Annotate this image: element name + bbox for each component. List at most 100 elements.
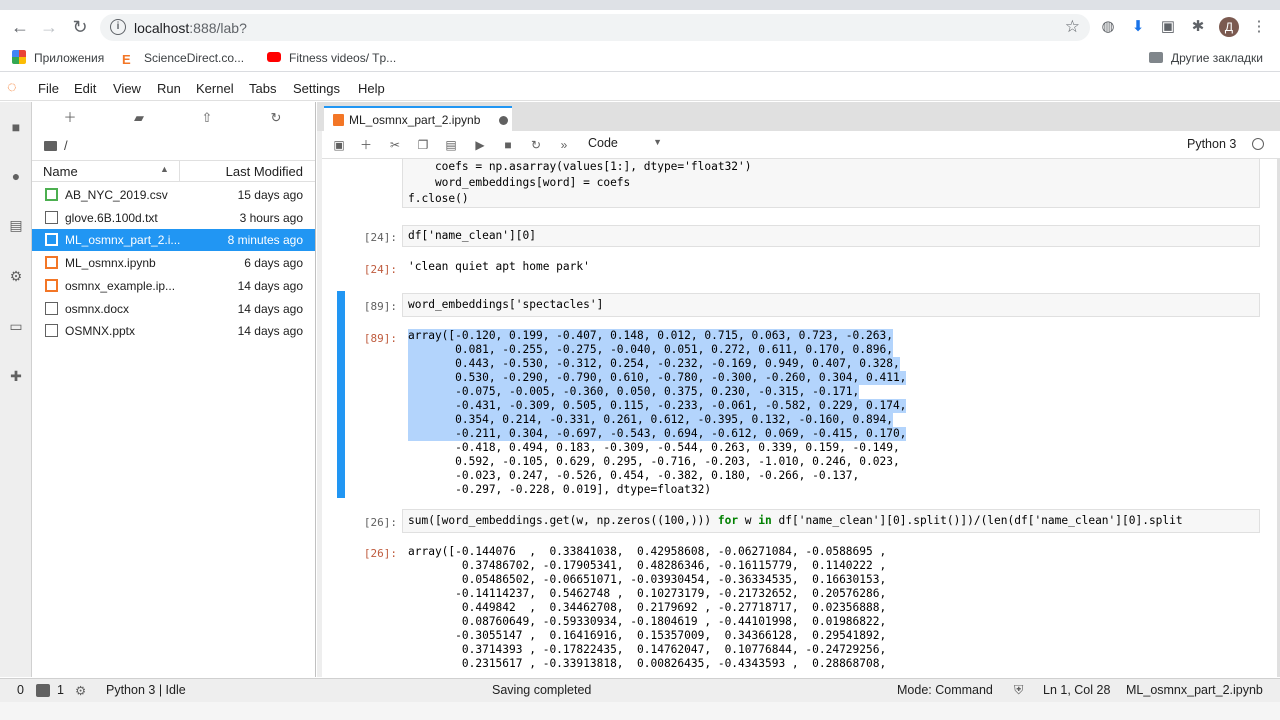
extension-manager-icon[interactable]: ✚ — [7, 367, 25, 385]
menu-tabs[interactable]: Tabs — [249, 81, 276, 96]
bookmarks-bar: Приложения E ScienceDirect.co... Fitness … — [0, 44, 1280, 72]
browser-menu-icon[interactable]: ⋮ — [1250, 18, 1268, 36]
url-path: :888/lab? — [189, 20, 247, 36]
active-cell-indicator — [337, 291, 345, 498]
insert-cell-plus-icon[interactable]: ＋ — [358, 137, 374, 153]
status-bar: 0 1 ⚙ Python 3 | Idle Saving completed M… — [0, 678, 1280, 702]
kernel-gear-icon[interactable]: ⚙ — [75, 683, 86, 698]
tab-notebook[interactable]: ML_osmnx_part_2.ipynb — [324, 106, 512, 131]
other-bookmarks[interactable]: Другие закладки — [1149, 50, 1263, 66]
code-cell-input[interactable]: df['name_clean'][0] — [402, 225, 1260, 247]
copy-icon[interactable]: ❐ — [415, 137, 431, 153]
download-extension-icon[interactable]: ⬇ — [1129, 18, 1147, 36]
cell-type-select[interactable]: Code ▼ — [588, 136, 662, 154]
file-row[interactable]: osmnx.docx 14 days ago — [32, 298, 315, 320]
output-line: 0.05486502, -0.06651071, -0.03930454, -0… — [408, 573, 887, 586]
code-cell-input[interactable]: coefs = np.asarray(values[1:], dtype='fl… — [402, 159, 1260, 208]
restart-icon[interactable]: ↻ — [528, 137, 544, 153]
sort-ascending-icon[interactable]: ▲ — [160, 164, 169, 174]
output-line: array([-0.144076 , 0.33841038, 0.4295860… — [408, 545, 887, 558]
refresh-icon[interactable]: ↻ — [268, 110, 284, 126]
keyword-for: for — [717, 514, 739, 527]
code-line: word_embeddings[word] = coefs — [408, 176, 631, 189]
menu-settings[interactable]: Settings — [293, 81, 340, 96]
kernels-count[interactable]: 1 — [57, 683, 64, 697]
property-inspector-gear-icon[interactable]: ⚙ — [7, 267, 25, 285]
kernel-status[interactable]: Python 3 | Idle — [106, 683, 186, 697]
file-row[interactable]: glove.6B.100d.txt 3 hours ago — [32, 207, 315, 229]
fast-forward-icon[interactable]: » — [556, 137, 572, 153]
folder-icon — [44, 141, 57, 151]
cursor-position[interactable]: Ln 1, Col 28 — [1043, 683, 1110, 697]
paste-icon[interactable]: ▤ — [443, 137, 459, 153]
file-browser-folder-icon[interactable]: ■ — [7, 118, 25, 136]
new-folder-icon[interactable]: ▰ — [131, 110, 147, 126]
bookmark-fitness[interactable]: Fitness videos/ Tp... — [267, 50, 396, 66]
menu-view[interactable]: View — [113, 81, 141, 96]
new-launcher-plus-icon[interactable]: ＋ — [62, 110, 78, 126]
menu-file[interactable]: File — [38, 81, 59, 96]
menu-edit[interactable]: Edit — [74, 81, 96, 96]
file-name: ML_osmnx.ipynb — [65, 256, 156, 271]
address-bar[interactable]: i localhost:888/lab? ☆ — [100, 14, 1090, 41]
output-line: 0.449842 , 0.34462708, 0.2179692 , -0.27… — [408, 601, 887, 614]
site-info-icon[interactable]: i — [110, 19, 126, 35]
menu-help[interactable]: Help — [358, 81, 385, 96]
image-extension-icon[interactable]: ▣ — [1159, 18, 1177, 36]
notebook-icon — [45, 233, 58, 247]
bookmark-star-icon[interactable]: ☆ — [1065, 17, 1080, 37]
bookmark-apps-label: Приложения — [34, 51, 105, 65]
unsaved-dot-icon[interactable] — [499, 116, 508, 125]
jupyter-logo-icon: ◌ — [7, 79, 17, 96]
output-line: 0.37486702, -0.17905341, 0.48286346, -0.… — [408, 559, 887, 572]
run-icon[interactable]: ▶ — [472, 137, 488, 153]
command-palette-icon[interactable]: ▤ — [7, 216, 25, 234]
code-cell-input[interactable]: word_embeddings['spectacles'] — [402, 293, 1260, 317]
forward-icon[interactable]: → — [38, 16, 60, 38]
output-line: 0.08760649, -0.59330934, -0.1804619 , -0… — [408, 615, 887, 628]
upload-icon[interactable]: ⇧ — [199, 110, 215, 126]
text-file-icon — [45, 210, 58, 224]
back-icon[interactable]: ← — [9, 16, 31, 38]
profile-avatar[interactable]: Д — [1219, 17, 1239, 37]
kernel-name[interactable]: Python 3 — [1187, 137, 1236, 151]
code-cell-input[interactable]: sum([word_embeddings.get(w, np.zeros((10… — [402, 509, 1260, 533]
save-icon[interactable]: ▣ — [331, 137, 347, 153]
running-sessions-icon[interactable]: ● — [7, 167, 25, 185]
column-modified-header[interactable]: Last Modified — [226, 164, 303, 179]
browser-tab-strip — [0, 0, 1280, 10]
open-tabs-icon[interactable]: ▭ — [7, 317, 25, 335]
status-filename: ML_osmnx_part_2.ipynb — [1126, 683, 1263, 697]
notebook-mode[interactable]: Mode: Command — [897, 683, 993, 697]
output-line: -0.3055147 , 0.16416916, 0.15357009, 0.3… — [408, 629, 887, 642]
file-row[interactable]: OSMNX.pptx 14 days ago — [32, 320, 315, 342]
bookmark-sciencedirect-label: ScienceDirect.co... — [144, 51, 245, 65]
notebook-panel[interactable]: coefs = np.asarray(values[1:], dtype='fl… — [322, 159, 1277, 677]
stop-icon[interactable]: ■ — [500, 137, 516, 153]
menu-run[interactable]: Run — [157, 81, 181, 96]
file-row[interactable]: AB_NYC_2019.csv 15 days ago — [32, 184, 315, 206]
cut-icon[interactable]: ✂ — [387, 137, 403, 153]
output-line: -0.418, 0.494, 0.183, -0.309, -0.544, 0.… — [408, 441, 900, 454]
breadcrumb[interactable]: / — [44, 138, 68, 153]
reload-icon[interactable]: ↻ — [69, 16, 91, 38]
terminals-count[interactable]: 0 — [17, 683, 24, 697]
globe-extension-icon[interactable]: ◍ — [1099, 18, 1117, 36]
file-name: AB_NYC_2019.csv — [65, 188, 168, 202]
file-row[interactable]: osmnx_example.ip... 14 days ago — [32, 275, 315, 297]
shield-icon[interactable]: ⛨ — [1014, 683, 1023, 698]
column-name-header[interactable]: Name — [43, 164, 78, 179]
file-row[interactable]: ML_osmnx.ipynb 6 days ago — [32, 252, 315, 274]
extensions-puzzle-icon[interactable]: ✱ — [1189, 18, 1207, 36]
file-row[interactable]: ML_osmnx_part_2.i... 8 minutes ago — [32, 229, 315, 252]
output-line: -0.431, -0.309, 0.505, 0.115, -0.233, -0… — [408, 399, 907, 413]
input-prompt: [26]: — [363, 516, 397, 529]
menu-kernel[interactable]: Kernel — [196, 81, 234, 96]
code-segment: sum([word_embeddings.get(w, np.zeros((10… — [408, 514, 718, 527]
terminal-icon[interactable] — [36, 684, 50, 697]
output-line: 0.592, -0.105, 0.629, 0.295, -0.716, -0.… — [408, 455, 900, 468]
bookmark-apps[interactable]: Приложения — [12, 50, 104, 66]
bookmark-sciencedirect[interactable]: E ScienceDirect.co... — [122, 50, 245, 67]
chevron-down-icon: ▼ — [653, 137, 662, 147]
save-status-message: Saving completed — [492, 683, 592, 697]
